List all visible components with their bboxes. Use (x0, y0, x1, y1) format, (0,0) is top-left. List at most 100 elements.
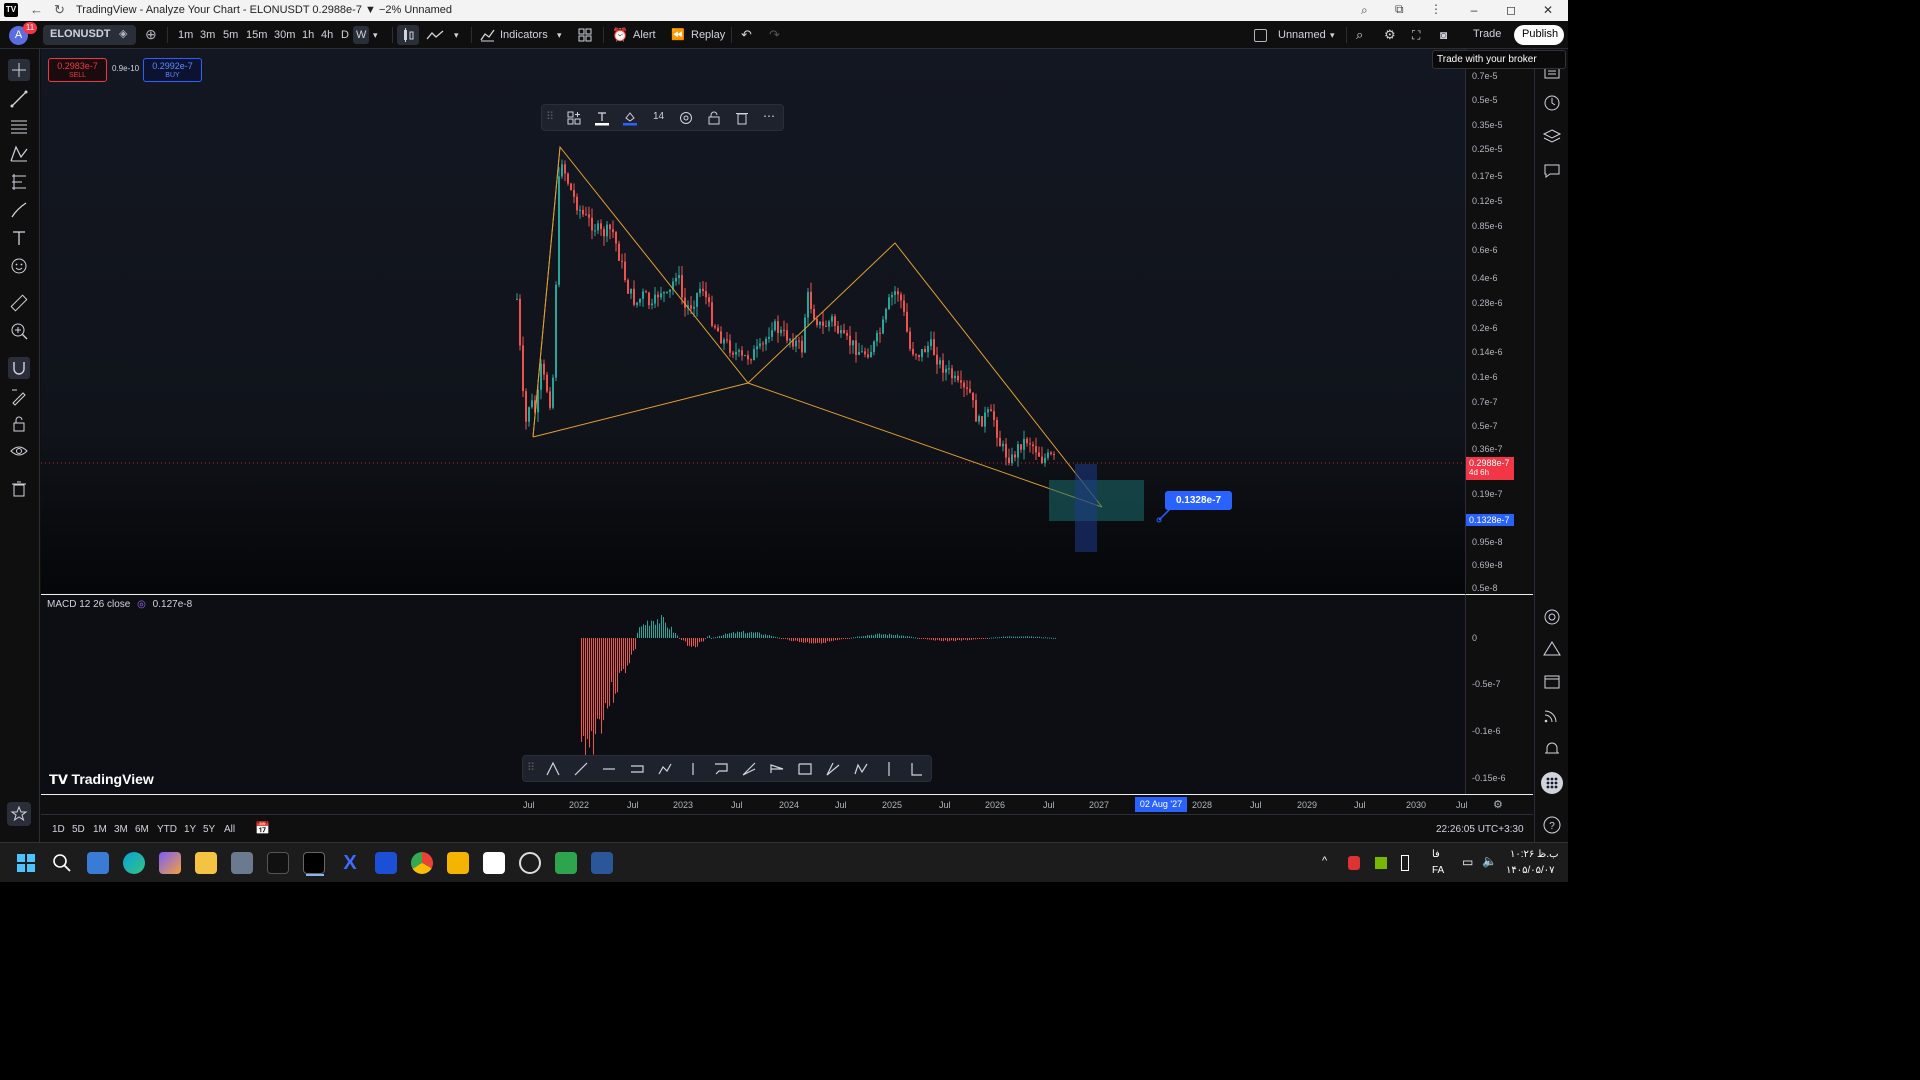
chart-type-dropdown-icon[interactable]: ▾ (454, 26, 459, 44)
streams-icon[interactable] (1542, 705, 1562, 725)
fullscreen-icon[interactable]: ⛶ (1412, 26, 1420, 44)
timeframe-15m[interactable]: 15m (243, 26, 270, 44)
edge-browser-icon[interactable] (123, 852, 145, 874)
tray-app-icon[interactable] (1348, 856, 1360, 870)
timeframe-w[interactable]: W (353, 26, 370, 44)
language-indicator[interactable]: FA (1432, 865, 1444, 876)
notifications-bell-icon[interactable] (1542, 739, 1562, 759)
publish-button[interactable]: Publish (1514, 25, 1564, 45)
timeframe-4h[interactable]: 4h (318, 26, 336, 44)
more-options-icon[interactable]: ⋯ (763, 109, 775, 123)
trend-line-icon[interactable] (573, 761, 589, 777)
range-button-5d[interactable]: 5D (72, 824, 85, 835)
timeframe-1h[interactable]: 1h (299, 26, 317, 44)
callout-icon[interactable] (713, 761, 729, 777)
app-icon[interactable] (267, 852, 289, 874)
lock-icon[interactable] (8, 413, 30, 435)
word-icon[interactable] (591, 852, 613, 874)
macd-scale[interactable]: 0 -0.5e-7 -0.1e-6 -0.15e-6 (1465, 594, 1533, 794)
range-button-1y[interactable]: 1Y (184, 824, 196, 835)
clock-timezone[interactable]: 22:26:05 UTC+3:30 (1436, 824, 1524, 835)
indicators-button[interactable]: Indicators (500, 26, 548, 44)
axis-settings-icon[interactable]: ⚙ (1493, 798, 1503, 811)
timeframe-5m[interactable]: 5m (220, 26, 241, 44)
layout-dropdown-icon[interactable]: ▾ (1330, 26, 1335, 44)
file-explorer-icon[interactable] (195, 852, 217, 874)
sell-button[interactable]: 0.2983e-7 SELL (48, 58, 107, 82)
reload-icon[interactable]: ↻ (54, 2, 65, 18)
crosshair-icon[interactable] (8, 59, 30, 81)
back-icon[interactable]: ← (30, 2, 43, 17)
range-button-ytd[interactable]: YTD (157, 824, 177, 835)
chart-app-icon[interactable] (483, 852, 505, 874)
range-button-1m[interactable]: 1M (93, 824, 107, 835)
undo-icon[interactable]: ↶ (741, 26, 752, 44)
store-icon[interactable] (87, 852, 109, 874)
chatgpt-icon[interactable] (519, 852, 541, 874)
layout-name[interactable]: Unnamed (1278, 26, 1326, 44)
volume-icon[interactable]: 🔈 (1482, 854, 1497, 868)
pattern-icon[interactable] (853, 761, 869, 777)
text-color-icon[interactable] (594, 110, 610, 126)
drag-handle-icon[interactable]: ⠿ (546, 110, 554, 123)
calendar-icon[interactable] (1542, 671, 1562, 691)
snapshot-camera-icon[interactable]: ◙ (1440, 26, 1447, 44)
templates-grid-icon[interactable] (578, 28, 592, 42)
unlock-icon[interactable] (706, 110, 722, 126)
indicator-settings-icon[interactable]: ◎ (137, 599, 146, 610)
minimize-button[interactable]: – (1462, 2, 1486, 18)
range-button-1d[interactable]: 1D (52, 824, 65, 835)
x-app-icon[interactable]: X (339, 852, 361, 874)
magnet-icon[interactable] (8, 357, 30, 379)
symbol-search[interactable]: ELONUSDT ◈ (43, 25, 136, 45)
candles-chart-type-button[interactable] (397, 25, 419, 45)
close-button[interactable]: ✕ (1536, 2, 1560, 18)
more-menu-icon[interactable]: ⋮ (1430, 2, 1442, 16)
app-green-icon[interactable] (555, 852, 577, 874)
extensions-icon[interactable]: ⧉ (1395, 2, 1404, 17)
taskbar-time[interactable]: ۱۰:۲۶ ب.ظ (1510, 849, 1559, 860)
favorites-star-icon[interactable] (7, 802, 31, 826)
usb-icon[interactable] (1401, 855, 1409, 871)
object-tree-layers-icon[interactable] (1542, 127, 1562, 147)
timeframe-30m[interactable]: 30m (271, 26, 298, 44)
timeframe-d[interactable]: D (338, 26, 352, 44)
products-grid-icon[interactable] (1540, 771, 1564, 795)
network-icon[interactable]: ▭ (1462, 855, 1473, 869)
horizontal-ray-icon[interactable] (601, 761, 617, 777)
pitchfork-icon[interactable] (545, 761, 561, 777)
font-size-selector[interactable]: 14 (653, 111, 664, 122)
ruler-icon[interactable] (8, 292, 30, 314)
line-chart-icon[interactable] (426, 29, 444, 41)
alerts-clock-icon[interactable] (1542, 93, 1562, 113)
range-button-3m[interactable]: 3M (114, 824, 128, 835)
pattern-tool-icon[interactable] (8, 143, 30, 165)
trend-line-icon[interactable] (8, 88, 30, 110)
symbol-info-icon[interactable]: ◈ (119, 27, 127, 40)
vertical-line-icon[interactable] (881, 761, 897, 777)
indicators-dropdown-icon[interactable]: ▾ (557, 26, 562, 44)
fill-color-icon[interactable] (622, 110, 638, 126)
fib-fan-icon[interactable] (741, 761, 757, 777)
redo-icon[interactable]: ↷ (769, 26, 780, 44)
copilot-icon[interactable] (159, 852, 181, 874)
buy-button[interactable]: 0.2992e-7 BUY (143, 58, 202, 82)
drawing-mode-icon[interactable] (8, 386, 30, 408)
long-position-icon[interactable] (909, 761, 925, 777)
trade-button[interactable]: Trade (1465, 25, 1507, 45)
drag-handle-icon[interactable]: ⠿ (527, 761, 535, 774)
chrome-browser-icon[interactable] (411, 852, 433, 874)
target-price-callout[interactable]: 0.1328e-7 (1165, 491, 1232, 510)
timeframe-1m[interactable]: 1m (175, 26, 196, 44)
mail-icon[interactable] (447, 852, 469, 874)
macd-legend[interactable]: MACD 12 26 close ◎ 0.127e-8 (47, 599, 192, 610)
text-tool-icon[interactable] (8, 227, 30, 249)
pulse-icon[interactable] (1542, 607, 1562, 627)
calculator-icon[interactable] (231, 852, 253, 874)
ideas-icon[interactable] (1542, 639, 1562, 659)
brush-icon[interactable] (8, 199, 30, 221)
emoji-icon[interactable] (8, 255, 30, 277)
timeframe-dropdown-icon[interactable]: ▾ (373, 26, 378, 44)
time-axis[interactable]: Jul 2022 Jul 2023 Jul 2024 Jul 2025 Jul 2026 Jul 20… (41, 794, 1533, 814)
rectangle-icon[interactable] (797, 761, 813, 777)
